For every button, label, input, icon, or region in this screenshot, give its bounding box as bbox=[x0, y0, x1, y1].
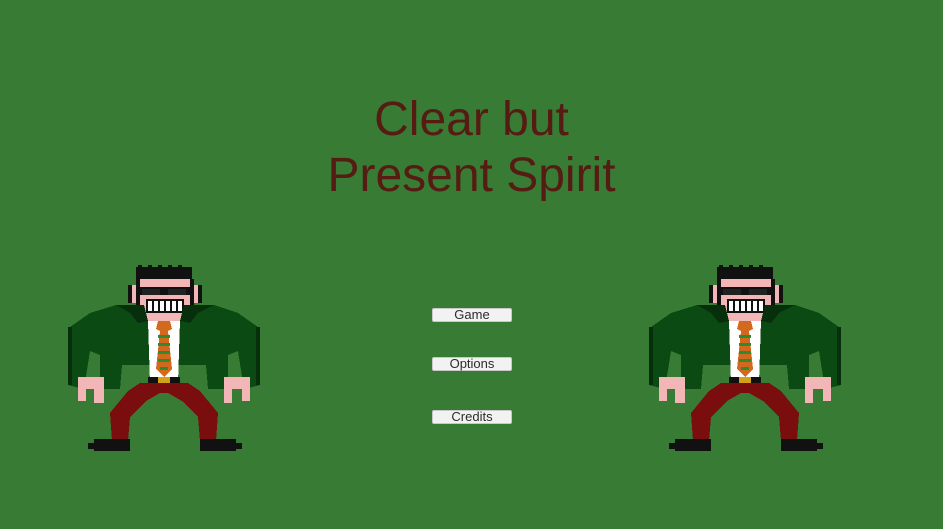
spirit-character-left-icon bbox=[68, 265, 260, 453]
credits-button[interactable]: Credits bbox=[432, 410, 512, 424]
game-title-line-2: Present Spirit bbox=[327, 149, 616, 202]
game-title-line-1: Clear but bbox=[374, 93, 569, 146]
spirit-character-right-icon bbox=[649, 265, 841, 453]
main-menu-screen: Clear but Present Spirit Game Options Cr… bbox=[0, 0, 943, 529]
game-title: Clear but Present Spirit bbox=[0, 92, 943, 204]
game-button[interactable]: Game bbox=[432, 308, 512, 322]
options-button[interactable]: Options bbox=[432, 357, 512, 371]
